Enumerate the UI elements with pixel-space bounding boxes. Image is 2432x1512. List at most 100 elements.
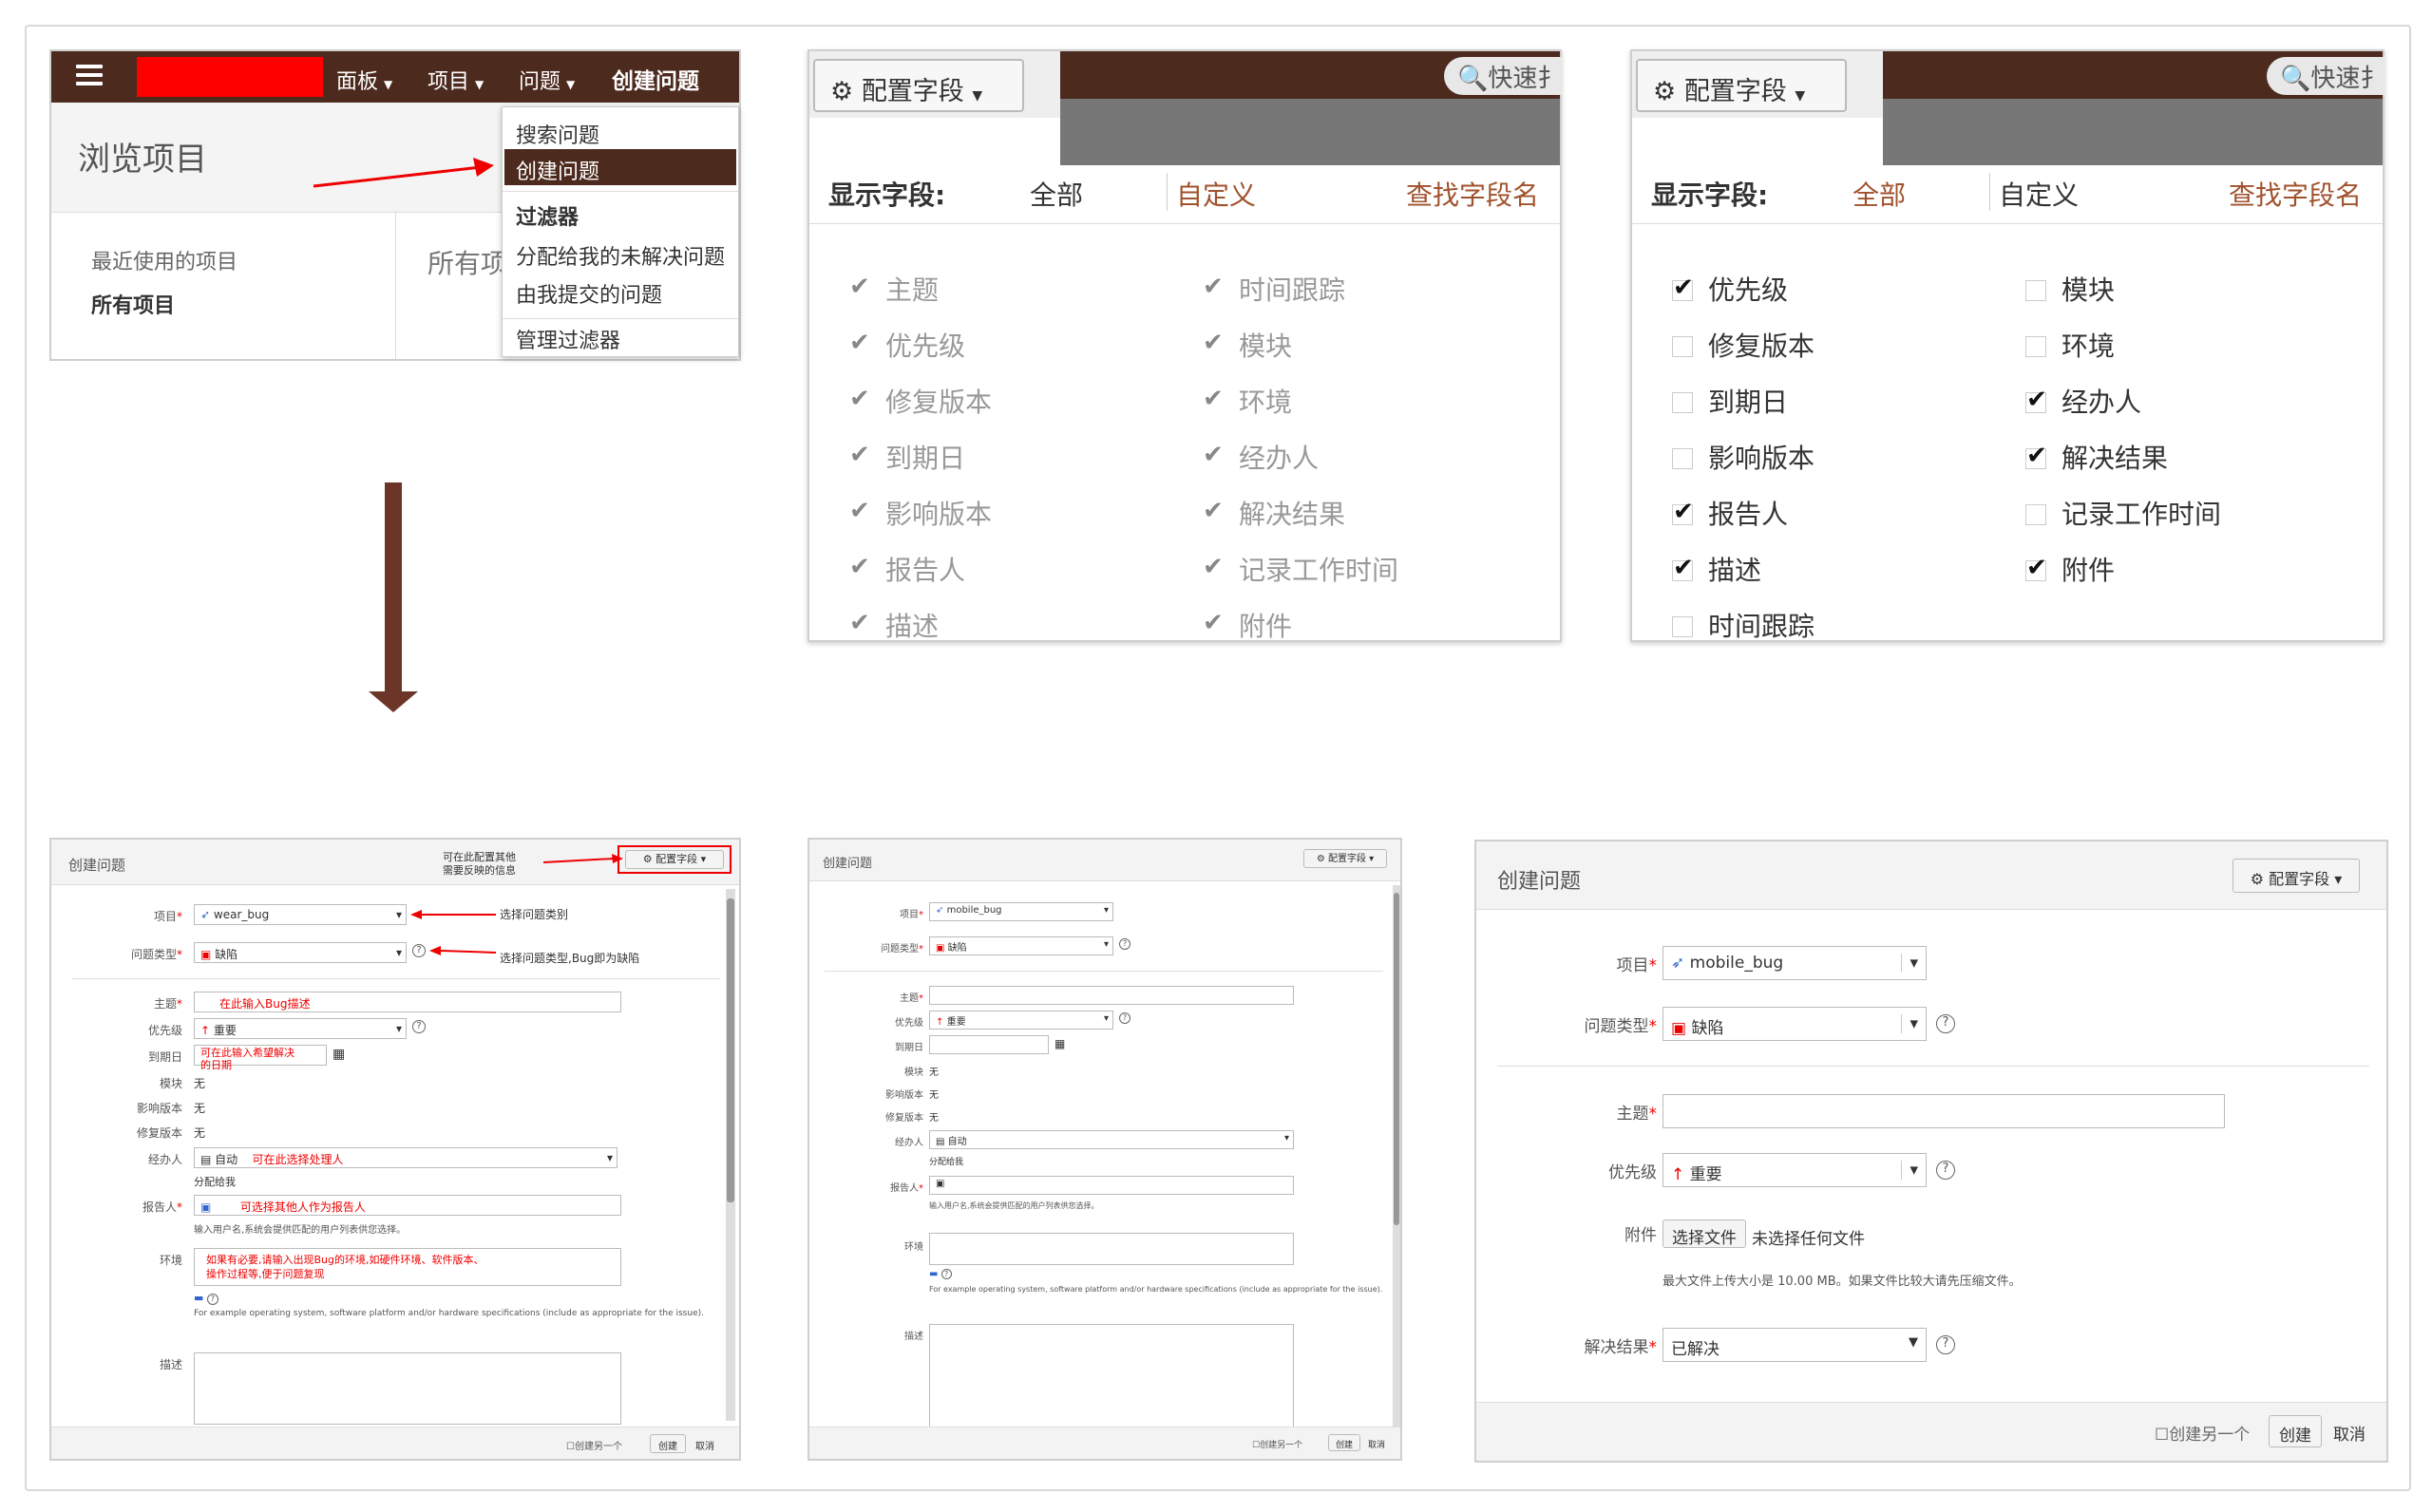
field-toggle-right-1[interactable]: 模块 bbox=[1203, 326, 1292, 364]
quick-search-input[interactable]: 🔍快速扌 bbox=[2267, 57, 2384, 95]
tab-all[interactable]: 全部 bbox=[1030, 175, 1083, 213]
cancel-link[interactable]: 取消 bbox=[2333, 1421, 2366, 1445]
config-fields-button[interactable]: ⚙ 配置字段 ▼ bbox=[1636, 59, 1847, 112]
project-select[interactable]: ➶ wear_bug ▾ bbox=[194, 904, 407, 925]
checkbox[interactable] bbox=[1203, 441, 1224, 469]
desc-textarea[interactable] bbox=[194, 1352, 621, 1425]
project-select[interactable]: ➶ mobile_bug ▾ bbox=[1662, 946, 1927, 980]
checkbox[interactable] bbox=[2025, 280, 2046, 301]
config-fields-button[interactable]: ⚙ 配置字段 ▾ bbox=[1303, 849, 1387, 868]
priority-select[interactable]: ↑ 重要 ▾ bbox=[194, 1018, 407, 1039]
checkbox[interactable] bbox=[1203, 385, 1224, 413]
wiki-toggle-icon[interactable]: ▬ ? bbox=[194, 1292, 218, 1305]
menu-item-assigned[interactable]: 分配给我的未解决问题 bbox=[516, 240, 725, 271]
field-toggle-left-6[interactable]: 描述 bbox=[849, 606, 939, 644]
priority-select[interactable]: ↑ 重要 ▾ bbox=[929, 1011, 1113, 1030]
find-field-link[interactable]: 查找字段名 bbox=[1406, 175, 1539, 213]
assignee-select[interactable]: ▤ 自动 可在此选择处理人 ▾ bbox=[194, 1147, 618, 1168]
help-icon[interactable]: ? bbox=[1119, 938, 1130, 950]
field-toggle-right-3[interactable]: 解决结果 bbox=[2025, 438, 2168, 476]
nav-project[interactable]: 项目 ▼ bbox=[428, 65, 484, 95]
field-toggle-left-2[interactable]: 到期日 bbox=[1672, 382, 1788, 420]
find-field-link[interactable]: 查找字段名 bbox=[2229, 175, 2362, 213]
reporter-input[interactable]: ▣ 可选择其他人作为报告人 bbox=[194, 1195, 621, 1216]
desc-textarea[interactable] bbox=[929, 1324, 1294, 1428]
type-select[interactable]: ▣ 缺陷 ▾ bbox=[194, 942, 407, 963]
field-toggle-right-5[interactable]: 记录工作时间 bbox=[1203, 550, 1398, 588]
nav-board[interactable]: 面板 ▼ bbox=[336, 65, 392, 95]
help-icon[interactable]: ? bbox=[1936, 1014, 1955, 1033]
sidebar-item-all[interactable]: 所有项目 bbox=[91, 289, 175, 319]
due-input[interactable] bbox=[929, 1035, 1049, 1054]
tab-custom[interactable]: 自定义 bbox=[1176, 175, 1256, 213]
env-textarea[interactable] bbox=[929, 1233, 1294, 1265]
create-button[interactable]: 创建 bbox=[2269, 1415, 2322, 1447]
field-toggle-right-2[interactable]: 环境 bbox=[1203, 382, 1292, 420]
config-fields-button[interactable]: ⚙ 配置字段 ▼ bbox=[813, 59, 1024, 112]
field-toggle-right-3[interactable]: 经办人 bbox=[1203, 438, 1319, 476]
checkbox[interactable] bbox=[849, 385, 870, 413]
checkbox[interactable] bbox=[849, 273, 870, 301]
sidebar-item-recent[interactable]: 最近使用的项目 bbox=[91, 245, 238, 275]
checkbox[interactable] bbox=[1672, 392, 1693, 413]
assign-me-link[interactable]: 分配给我 bbox=[194, 1174, 236, 1189]
field-toggle-left-0[interactable]: 主题 bbox=[849, 270, 939, 308]
checkbox[interactable] bbox=[1672, 554, 1694, 582]
checkbox[interactable] bbox=[1203, 609, 1224, 637]
field-toggle-left-4[interactable]: 报告人 bbox=[1672, 494, 1788, 532]
summary-input[interactable] bbox=[929, 986, 1294, 1005]
field-toggle-right-5[interactable]: 附件 bbox=[2025, 550, 2115, 588]
field-toggle-left-3[interactable]: 影响版本 bbox=[1672, 438, 1814, 476]
checkbox[interactable] bbox=[849, 329, 870, 357]
field-toggle-right-1[interactable]: 环境 bbox=[2025, 326, 2115, 364]
tab-all[interactable]: 全部 bbox=[1852, 175, 1906, 213]
help-icon[interactable]: ? bbox=[412, 1020, 426, 1033]
calendar-icon[interactable]: ▦ bbox=[332, 1047, 345, 1062]
summary-input[interactable] bbox=[1662, 1094, 2225, 1128]
config-fields-button[interactable]: ⚙ 配置字段 ▾ bbox=[625, 850, 724, 869]
assignee-select[interactable]: ▤ 自动 ▾ bbox=[929, 1130, 1294, 1149]
field-toggle-left-2[interactable]: 修复版本 bbox=[849, 382, 992, 420]
scrollbar[interactable] bbox=[1393, 885, 1400, 1427]
field-toggle-left-1[interactable]: 优先级 bbox=[849, 326, 965, 364]
field-toggle-right-0[interactable]: 模块 bbox=[2025, 270, 2115, 308]
env-textarea[interactable]: 如果有必要,请输入出现Bug的环境,如硬件环境、软件版本、 操作过程等,便于问题… bbox=[194, 1248, 621, 1286]
calendar-icon[interactable]: ▦ bbox=[1054, 1037, 1065, 1050]
field-toggle-left-1[interactable]: 修复版本 bbox=[1672, 326, 1814, 364]
reporter-input[interactable]: ▣ bbox=[929, 1176, 1294, 1195]
tab-custom[interactable]: 自定义 bbox=[1999, 175, 2079, 213]
checkbox[interactable] bbox=[2025, 386, 2047, 414]
checkbox[interactable] bbox=[1203, 273, 1224, 301]
cancel-link[interactable]: 取消 bbox=[695, 1438, 714, 1452]
config-fields-button[interactable]: ⚙ 配置字段 ▾ bbox=[2232, 859, 2360, 893]
checkbox[interactable] bbox=[2025, 442, 2047, 470]
type-select[interactable]: ▣ 缺陷 ▾ bbox=[1662, 1007, 1927, 1041]
checkbox[interactable] bbox=[1672, 336, 1693, 357]
field-toggle-right-4[interactable]: 解决结果 bbox=[1203, 494, 1345, 532]
create-button[interactable]: 创建 bbox=[1328, 1434, 1360, 1451]
field-toggle-left-5[interactable]: 报告人 bbox=[849, 550, 965, 588]
menu-item-create[interactable]: 创建问题 bbox=[516, 155, 599, 185]
menu-item-search[interactable]: 搜索问题 bbox=[516, 119, 599, 149]
due-input[interactable]: 可在此输入希望解决 的日期 bbox=[194, 1045, 327, 1071]
checkbox[interactable] bbox=[1203, 497, 1224, 525]
field-toggle-right-4[interactable]: 记录工作时间 bbox=[2025, 494, 2221, 532]
menu-item-reported[interactable]: 由我提交的问题 bbox=[516, 278, 662, 309]
wiki-toggle-icon[interactable]: ▬ ? bbox=[929, 1269, 952, 1279]
cancel-link[interactable]: 取消 bbox=[1368, 1438, 1385, 1450]
checkbox[interactable] bbox=[1672, 498, 1694, 526]
priority-select[interactable]: ↑ 重要 ▾ bbox=[1662, 1153, 1927, 1187]
checkbox[interactable] bbox=[2025, 504, 2046, 525]
field-toggle-right-6[interactable]: 附件 bbox=[1203, 606, 1292, 644]
create-another-checkbox[interactable]: ☐创建另一个 bbox=[1252, 1438, 1302, 1450]
type-select[interactable]: ▣ 缺陷 ▾ bbox=[929, 936, 1113, 955]
menu-item-manage-filters[interactable]: 管理过滤器 bbox=[516, 324, 620, 354]
field-toggle-right-2[interactable]: 经办人 bbox=[2025, 382, 2141, 420]
quick-search-input[interactable]: 🔍快速扌 bbox=[1444, 57, 1562, 95]
field-toggle-left-4[interactable]: 影响版本 bbox=[849, 494, 992, 532]
field-toggle-left-0[interactable]: 优先级 bbox=[1672, 270, 1788, 308]
checkbox[interactable] bbox=[849, 553, 870, 581]
field-toggle-left-3[interactable]: 到期日 bbox=[849, 438, 965, 476]
project-select[interactable]: ➶ mobile_bug ▾ bbox=[929, 902, 1113, 921]
checkbox[interactable] bbox=[1203, 553, 1224, 581]
